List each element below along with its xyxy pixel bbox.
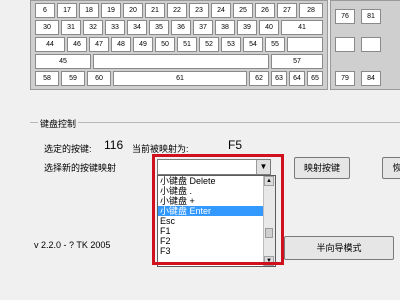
- key[interactable]: 21: [145, 3, 165, 18]
- numpad-keyboard: 76 81 79 84: [330, 0, 400, 90]
- list-item[interactable]: F1: [158, 226, 275, 236]
- mapping-combobox[interactable]: ▼: [157, 159, 271, 175]
- key[interactable]: 33: [105, 20, 125, 35]
- key[interactable]: 18: [79, 3, 99, 18]
- key[interactable]: 44: [35, 37, 65, 52]
- key[interactable]: 57: [271, 54, 323, 69]
- list-item[interactable]: 小键盘 Delete: [158, 176, 275, 186]
- key[interactable]: 22: [167, 3, 187, 18]
- key[interactable]: [335, 37, 355, 52]
- key[interactable]: 26: [255, 3, 275, 18]
- list-item[interactable]: F3: [158, 246, 275, 256]
- key[interactable]: 48: [111, 37, 131, 52]
- key[interactable]: 39: [237, 20, 257, 35]
- list-item[interactable]: 小键盘 +: [158, 196, 275, 206]
- key[interactable]: 28: [299, 3, 323, 18]
- list-item-selected[interactable]: 小键盘 Enter: [158, 206, 275, 216]
- key[interactable]: 31: [61, 20, 81, 35]
- key[interactable]: 20: [123, 3, 143, 18]
- scroll-thumb[interactable]: [265, 228, 273, 238]
- key[interactable]: 63: [271, 71, 287, 86]
- selected-key-value: 116: [104, 138, 124, 152]
- key[interactable]: 49: [133, 37, 153, 52]
- group-title: 键盘控制: [38, 117, 79, 130]
- key[interactable]: 6: [35, 3, 55, 18]
- key[interactable]: 58: [35, 71, 59, 86]
- keyboard-area: 6 17 18 19 20 21 22 23 24 25 26 27 28 30…: [0, 0, 400, 92]
- key[interactable]: 19: [101, 3, 121, 18]
- key[interactable]: 50: [155, 37, 175, 52]
- scrollbar[interactable]: ▲ ▼: [263, 176, 275, 266]
- key[interactable]: 81: [361, 9, 381, 24]
- list-item[interactable]: Esc: [158, 216, 275, 226]
- key[interactable]: 17: [57, 3, 77, 18]
- key[interactable]: 34: [127, 20, 147, 35]
- list-item[interactable]: F2: [158, 236, 275, 246]
- current-mapping-value: F5: [228, 138, 243, 152]
- key[interactable]: 36: [171, 20, 191, 35]
- scroll-down-icon[interactable]: ▼: [264, 256, 274, 266]
- key[interactable]: [287, 37, 323, 52]
- key[interactable]: 38: [215, 20, 235, 35]
- key[interactable]: 47: [89, 37, 109, 52]
- key[interactable]: 59: [61, 71, 85, 86]
- current-mapping-label: 当前被映射为:: [132, 144, 189, 154]
- key[interactable]: 32: [83, 20, 103, 35]
- key[interactable]: 76: [335, 9, 355, 24]
- key[interactable]: 84: [361, 71, 381, 86]
- map-key-button[interactable]: 映射按键: [294, 157, 350, 179]
- key[interactable]: 60: [87, 71, 111, 86]
- key[interactable]: 46: [67, 37, 87, 52]
- choose-mapping-label: 选择新的按键映射: [44, 163, 117, 173]
- chevron-down-icon[interactable]: ▼: [256, 160, 270, 174]
- key[interactable]: 41: [281, 20, 323, 35]
- selected-key-label: 选定的按键:: [44, 144, 92, 154]
- version-text: v 2.2.0 - ? TK 2005: [34, 240, 111, 250]
- key[interactable]: 53: [221, 37, 241, 52]
- key[interactable]: 27: [277, 3, 297, 18]
- key[interactable]: 52: [199, 37, 219, 52]
- key[interactable]: 51: [177, 37, 197, 52]
- key[interactable]: 54: [243, 37, 263, 52]
- key[interactable]: 79: [335, 71, 355, 86]
- key[interactable]: 24: [211, 3, 231, 18]
- key[interactable]: 61: [113, 71, 247, 86]
- key[interactable]: 62: [249, 71, 269, 86]
- half-wizard-mode-button[interactable]: 半向导模式: [284, 236, 394, 260]
- key[interactable]: 37: [193, 20, 213, 35]
- key[interactable]: 23: [189, 3, 209, 18]
- key[interactable]: 45: [35, 54, 91, 69]
- key[interactable]: 25: [233, 3, 253, 18]
- key[interactable]: 55: [265, 37, 285, 52]
- key[interactable]: 64: [289, 71, 305, 86]
- key[interactable]: [361, 37, 381, 52]
- key[interactable]: 35: [149, 20, 169, 35]
- list-item[interactable]: 小键盘 .: [158, 186, 275, 196]
- main-keyboard: 6 17 18 19 20 21 22 23 24 25 26 27 28 30…: [30, 0, 328, 90]
- mapping-dropdown-list[interactable]: 小键盘 Delete 小键盘 . 小键盘 + 小键盘 Enter Esc F1 …: [157, 175, 276, 267]
- restore-button[interactable]: 恢: [382, 157, 400, 179]
- key[interactable]: 65: [307, 71, 323, 86]
- key[interactable]: [93, 54, 269, 69]
- scroll-up-icon[interactable]: ▲: [264, 176, 274, 186]
- key[interactable]: 30: [35, 20, 59, 35]
- key[interactable]: 40: [259, 20, 279, 35]
